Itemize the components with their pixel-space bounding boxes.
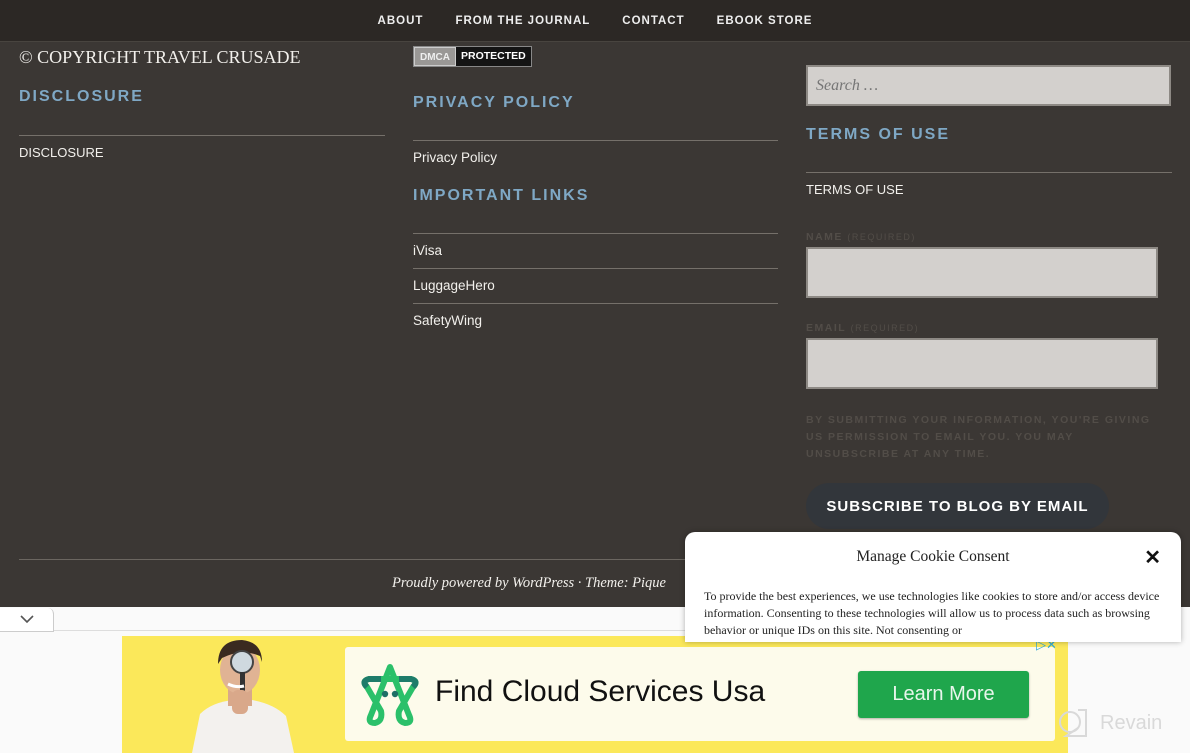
ad-content-panel: Find Cloud Services Usa Learn More bbox=[345, 647, 1055, 741]
footer-divider bbox=[19, 559, 719, 560]
nav-ebook-store[interactable]: EBOOK STORE bbox=[701, 15, 829, 27]
divider bbox=[413, 303, 778, 304]
top-navigation: ABOUT FROM THE JOURNAL CONTACT EBOOK STO… bbox=[0, 0, 1190, 42]
nav-contact[interactable]: CONTACT bbox=[606, 15, 700, 27]
ad-headline: Find Cloud Services Usa bbox=[435, 675, 766, 708]
cookie-dialog-body: To provide the best experiences, we use … bbox=[704, 589, 1160, 637]
privacy-policy-heading: PRIVACY POLICY bbox=[413, 94, 575, 111]
dmca-badge[interactable]: DMCA PROTECTED bbox=[413, 46, 532, 67]
divider bbox=[19, 135, 385, 136]
dmca-label: DMCA bbox=[414, 47, 456, 66]
footer-column-2: DMCA PROTECTED PRIVACY POLICY Privacy Po… bbox=[413, 42, 778, 328]
advertisement-banner[interactable]: Find Cloud Services Usa Learn More bbox=[122, 636, 1068, 753]
disclosure-heading: DISCLOSURE bbox=[19, 88, 144, 105]
divider bbox=[413, 140, 778, 141]
footer-column-3: TERMS OF USE TERMS OF USE NAME (REQUIRED… bbox=[806, 42, 1172, 529]
subscribe-disclaimer: BY SUBMITTING YOUR INFORMATION, YOU'RE G… bbox=[806, 414, 1151, 460]
cookie-dialog-title: Manage Cookie Consent bbox=[856, 548, 1010, 565]
email-field[interactable] bbox=[806, 338, 1158, 389]
link-luggagehero[interactable]: LuggageHero bbox=[413, 278, 778, 303]
privacy-policy-link[interactable]: Privacy Policy bbox=[413, 150, 778, 165]
ad-learn-more-button[interactable]: Learn More bbox=[858, 671, 1029, 718]
protected-label: PROTECTED bbox=[456, 47, 531, 66]
divider bbox=[806, 172, 1172, 173]
revain-watermark: Revain bbox=[1056, 706, 1162, 740]
nav-about[interactable]: ABOUT bbox=[362, 15, 440, 27]
powered-by-text[interactable]: Proudly powered by WordPress · Theme: Pi… bbox=[392, 575, 666, 592]
footer-column-1: © COPYRIGHT TRAVEL CRUSADE DISCLOSURE DI… bbox=[19, 42, 385, 160]
name-label: NAME (REQUIRED) bbox=[806, 231, 916, 243]
link-ivisa[interactable]: iVisa bbox=[413, 243, 778, 268]
ad-person-image bbox=[192, 640, 294, 753]
copyright-text: © COPYRIGHT TRAVEL CRUSADE bbox=[19, 47, 301, 67]
link-safetywing[interactable]: SafetyWing bbox=[413, 313, 778, 328]
divider bbox=[54, 630, 694, 631]
email-label: EMAIL (REQUIRED) bbox=[806, 322, 920, 334]
name-field[interactable] bbox=[806, 247, 1158, 298]
ad-brand-logo-icon bbox=[361, 664, 419, 726]
cookie-consent-dialog: Manage Cookie Consent ✕ To provide the b… bbox=[685, 532, 1181, 642]
subscribe-button[interactable]: SUBSCRIBE TO BLOG BY EMAIL bbox=[806, 483, 1109, 529]
revain-text: Revain bbox=[1100, 711, 1163, 734]
revain-logo-icon bbox=[1059, 709, 1087, 737]
chevron-down-icon bbox=[19, 615, 34, 624]
disclosure-link[interactable]: DISCLOSURE bbox=[19, 145, 385, 160]
divider bbox=[413, 233, 778, 234]
divider bbox=[413, 268, 778, 269]
important-links-heading: IMPORTANT LINKS bbox=[413, 187, 590, 204]
terms-of-use-heading: TERMS OF USE bbox=[806, 126, 951, 143]
nav-from-the-journal[interactable]: FROM THE JOURNAL bbox=[439, 15, 606, 27]
terms-of-use-link[interactable]: TERMS OF USE bbox=[806, 182, 1172, 197]
close-icon[interactable]: ✕ bbox=[1144, 545, 1161, 570]
search-input[interactable] bbox=[806, 65, 1171, 106]
collapse-ad-button[interactable] bbox=[0, 608, 54, 632]
